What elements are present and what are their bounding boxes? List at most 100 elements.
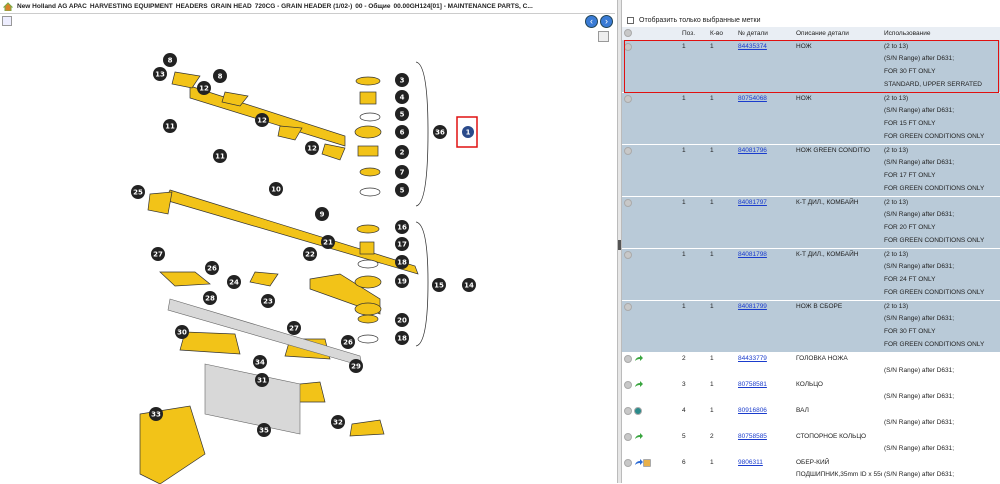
callout-26[interactable]: 26 — [341, 335, 355, 349]
callout-5[interactable]: 5 — [395, 107, 409, 121]
blue-arrow-icon[interactable] — [634, 458, 643, 467]
callout-12[interactable]: 12 — [255, 113, 269, 127]
info-icon[interactable] — [624, 42, 632, 51]
callout-27[interactable]: 27 — [151, 247, 165, 261]
table-row[interactable]: FOR GREEN CONDITIONS ONLY — [622, 183, 1000, 196]
table-row[interactable]: ПОДШИПНИК,35mm ID x 55mm (S/N Range) afte… — [622, 469, 1000, 482]
table-row[interactable]: 1 1 84081797 К-Т ДИЛ., КОМБАЙН (2 to 13) — [622, 195, 1000, 209]
callout-5[interactable]: 5 — [395, 183, 409, 197]
part-number-link[interactable]: 84081798 — [736, 247, 794, 261]
info-icon[interactable] — [624, 380, 632, 389]
callout-36[interactable]: 36 — [433, 125, 447, 139]
callout-12[interactable]: 12 — [305, 141, 319, 155]
table-row[interactable]: FOR 30 FT ONLY — [622, 326, 1000, 339]
part-number-link[interactable]: 84081796 — [736, 143, 794, 157]
home-icon[interactable] — [3, 2, 13, 11]
callout-35[interactable]: 35 — [257, 423, 271, 437]
table-row[interactable]: (S/N Range) after D631; — [622, 391, 1000, 404]
green-arrow-icon[interactable] — [634, 354, 643, 363]
callout-11[interactable]: 11 — [213, 149, 227, 163]
table-row[interactable]: 1 1 80754068 НОЖ (2 to 13) — [622, 91, 1000, 105]
callout-10[interactable]: 10 — [269, 182, 283, 196]
part-number-link[interactable]: 84081799 — [736, 299, 794, 313]
table-row[interactable]: STANDARD, UPPER SERRATED — [622, 79, 1000, 92]
info-icon[interactable] — [624, 406, 632, 415]
callout-6[interactable]: 6 — [395, 125, 409, 139]
callout-4[interactable]: 4 — [395, 90, 409, 104]
callout-30[interactable]: 30 — [175, 325, 189, 339]
col-qty[interactable]: К-во — [708, 27, 736, 41]
table-row[interactable]: 1 1 84081798 К-Т ДИЛ., КОМБАЙН (2 to 13) — [622, 247, 1000, 261]
part-number-link[interactable]: 80754068 — [736, 91, 794, 105]
table-row[interactable]: (S/N Range) after D631; — [622, 417, 1000, 430]
filter-row[interactable]: Отобразить только выбранные метки — [622, 13, 1000, 27]
callout-33[interactable]: 33 — [149, 407, 163, 421]
part-number-link[interactable]: 80758585 — [736, 429, 794, 443]
table-row[interactable]: FOR 20 FT ONLY — [622, 222, 1000, 235]
callout-8[interactable]: 8 — [163, 53, 177, 67]
callout-9[interactable]: 9 — [315, 207, 329, 221]
callout-18[interactable]: 18 — [395, 255, 409, 269]
package-icon[interactable] — [642, 458, 651, 467]
table-row[interactable]: (S/N Range) after D631; — [622, 157, 1000, 170]
callout-34[interactable]: 34 — [253, 355, 267, 369]
callout-3[interactable]: 3 — [395, 73, 409, 87]
callout-29[interactable]: 29 — [349, 359, 363, 373]
info-icon[interactable] — [624, 354, 632, 363]
callout-17[interactable]: 17 — [395, 237, 409, 251]
col-desc[interactable]: Описание детали — [794, 27, 882, 41]
callout-7[interactable]: 7 — [395, 165, 409, 179]
col-part[interactable]: № детали — [736, 27, 794, 41]
table-row[interactable]: FOR 30 FT ONLY — [622, 66, 1000, 79]
info-icon[interactable] — [624, 302, 632, 311]
callout-14[interactable]: 14 — [462, 278, 476, 292]
callout-20[interactable]: 20 — [395, 313, 409, 327]
table-row[interactable]: (S/N Range) after D631; — [622, 365, 1000, 378]
part-number-link[interactable]: 9806311 — [736, 455, 794, 469]
info-icon[interactable] — [624, 250, 632, 259]
callout-26[interactable]: 26 — [205, 261, 219, 275]
info-icon[interactable] — [624, 458, 632, 467]
table-row[interactable]: 2 1 84433779 ГОЛОВКА НОЖА — [622, 351, 1000, 365]
table-row[interactable]: (S/N Range) after D631; — [622, 105, 1000, 118]
breadcrumb-item[interactable]: HEADERS — [176, 3, 208, 10]
col-usage[interactable]: Использование — [882, 27, 1000, 41]
table-row[interactable]: FOR GREEN CONDITIONS ONLY — [622, 339, 1000, 352]
info-icon[interactable] — [624, 198, 632, 207]
globe-icon[interactable] — [633, 406, 642, 415]
callout-13[interactable]: 13 — [153, 67, 167, 81]
callout-19[interactable]: 19 — [395, 274, 409, 288]
table-row[interactable]: 3 1 80758581 КОЛЬЦО — [622, 377, 1000, 391]
table-row[interactable]: FOR GREEN CONDITIONS ONLY — [622, 235, 1000, 248]
callout-32[interactable]: 32 — [331, 415, 345, 429]
callout-1[interactable]: 1 — [462, 126, 474, 138]
filter-checkbox[interactable] — [627, 16, 634, 24]
table-row[interactable]: (S/N Range) after D631; — [622, 261, 1000, 274]
part-number-link[interactable]: 84081797 — [736, 195, 794, 209]
table-row[interactable]: (S/N Range) after D631; — [622, 209, 1000, 222]
callout-24[interactable]: 24 — [227, 275, 241, 289]
part-number-link[interactable]: 84433779 — [736, 351, 794, 365]
breadcrumb-item[interactable]: GRAIN HEAD — [211, 3, 252, 10]
info-icon[interactable] — [624, 146, 632, 155]
info-icon[interactable] — [624, 94, 632, 103]
callout-16[interactable]: 16 — [395, 220, 409, 234]
callout-8[interactable]: 8 — [213, 69, 227, 83]
part-number-link[interactable]: 80916806 — [736, 403, 794, 417]
callout-18[interactable]: 18 — [395, 331, 409, 345]
table-row[interactable]: 1 1 84081796 НОЖ GREEN CONDITIO (2 to 13) — [622, 143, 1000, 157]
breadcrumb-item[interactable]: HARVESTING EQUIPMENT — [90, 3, 173, 10]
table-row[interactable]: FOR GREEN CONDITIONS ONLY — [622, 287, 1000, 300]
callout-15[interactable]: 15 — [432, 278, 446, 292]
callout-11[interactable]: 11 — [163, 119, 177, 133]
callout-27[interactable]: 27 — [287, 321, 301, 335]
table-row[interactable]: (S/N Range) after D631; — [622, 313, 1000, 326]
part-number-link[interactable]: 84435374 — [736, 39, 794, 53]
table-row[interactable]: 6 1 9806311 ОБЕР-КИЙ — [622, 455, 1000, 469]
table-row[interactable]: FOR 15 FT ONLY — [622, 118, 1000, 131]
callout-2[interactable]: 2 — [395, 145, 409, 159]
table-row[interactable]: (S/N Range) after D631; — [622, 443, 1000, 456]
breadcrumb-item[interactable]: New Holland AG APAC — [17, 3, 87, 10]
table-row[interactable]: 1 1 84435374 НОЖ (2 to 13) — [622, 39, 1000, 53]
table-row[interactable]: (S/N Range) after D631; — [622, 53, 1000, 66]
